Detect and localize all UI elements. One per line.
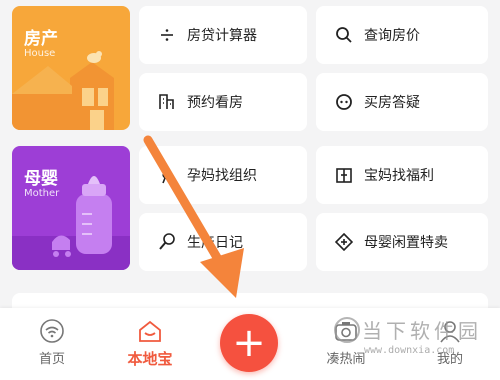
search-icon [334,25,354,45]
house-qa-label: 买房答疑 [364,95,420,111]
tab-home[interactable]: 首页 [12,318,92,372]
tab-mine-label: 我的 [436,352,463,367]
house-category-card[interactable]: 房产 House [12,6,130,130]
publish-plus-button[interactable]: + [220,314,278,372]
local-home-icon [139,320,161,342]
book-viewing-tile[interactable]: 预约看房 [139,73,307,131]
tab-local[interactable]: 本地宝 [110,318,190,372]
house-title: 房产 [24,29,58,49]
house-qa-tile[interactable]: 买房答疑 [316,73,488,131]
tab-home-label: 首页 [38,352,65,367]
mom-welfare-tile[interactable]: 宝妈找福利 [316,146,488,204]
resale-icon [334,232,354,252]
baby-resale-tile[interactable]: 母婴闲置特卖 [316,213,488,271]
chat-icon [334,92,354,112]
rattle-icon [157,232,177,252]
book-viewing-label: 预约看房 [187,95,243,111]
mother-title: 母婴 [24,169,58,189]
tab-hot-label: 凑热闹 [326,352,366,367]
mortgage-calculator-label: 房贷计算器 [187,28,257,44]
baby-resale-label: 母婴闲置特卖 [364,235,448,251]
camera-icon [335,322,357,341]
birth-diary-tile[interactable]: 生产日记 [139,213,307,271]
mom-groups-label: 孕妈找组织 [187,168,257,184]
calculator-icon [157,25,177,45]
pregnant-icon [157,165,177,185]
gift-icon [334,165,354,185]
mother-category-card[interactable]: 母婴 Mother [12,146,130,270]
query-price-tile[interactable]: 查询房价 [316,6,488,64]
tab-hot[interactable]: 凑热闹 [306,318,386,372]
tab-mine[interactable]: 我的 [410,318,490,372]
mother-subtitle: Mother [24,188,60,199]
mortgage-calculator-tile[interactable]: 房贷计算器 [139,6,307,64]
query-price-label: 查询房价 [364,28,420,44]
mom-welfare-label: 宝妈找福利 [364,168,434,184]
building-icon [157,92,177,112]
house-subtitle: House [24,48,56,59]
user-icon [440,321,460,343]
mom-groups-tile[interactable]: 孕妈找组织 [139,146,307,204]
wifi-home-icon [40,319,64,343]
birth-diary-label: 生产日记 [187,235,243,251]
tab-local-label: 本地宝 [127,350,173,368]
